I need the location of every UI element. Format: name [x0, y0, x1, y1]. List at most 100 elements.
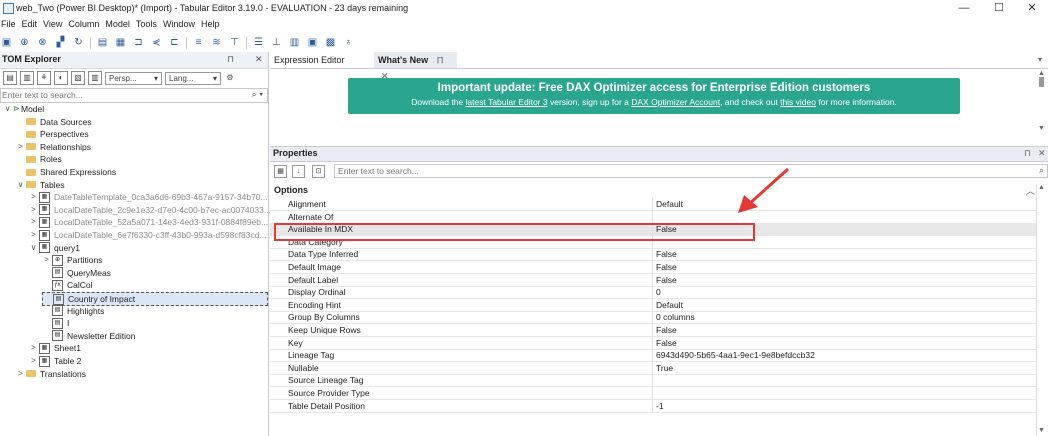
tree-node[interactable]: Shared Expressions [16, 166, 116, 178]
list-icon[interactable]: ☰ [252, 37, 265, 48]
property-row[interactable]: Keep Unique Rows False [270, 324, 1036, 337]
property-row[interactable]: Encoding Hint Default [270, 298, 1036, 312]
chevron-down-icon[interactable]: ∨ [3, 103, 12, 115]
chevron-right-icon[interactable]: > [29, 342, 38, 354]
refresh-icon[interactable]: ↻ [72, 37, 85, 48]
grid2-icon[interactable]: ▣ [306, 37, 319, 48]
scroll-thumb[interactable] [1039, 77, 1044, 87]
scroll-up-icon[interactable]: ▲ [1038, 184, 1047, 191]
property-value[interactable]: False [656, 337, 677, 349]
sort-alpha-icon[interactable]: ↓ [292, 165, 305, 178]
language-select[interactable]: Lang... ▾ [165, 71, 221, 85]
close-icon[interactable]: ✕ [255, 54, 263, 65]
property-row[interactable]: Table Detail Position -1 [270, 399, 1036, 413]
chevron-right-icon[interactable]: > [42, 254, 51, 266]
align-icon[interactable]: ≡ [192, 37, 205, 48]
pin-icon[interactable]: ⊓ [227, 54, 234, 65]
video-link[interactable]: this video [780, 97, 816, 107]
tree-node[interactable]: ∨ ⊳ Model [3, 103, 45, 115]
tree-node[interactable]: ▤ QueryMeas [42, 267, 111, 279]
tree-node[interactable]: > ▦ LocalDateTable_52a5a071-14e3-4ed3-931f… [29, 216, 268, 228]
property-row[interactable]: Alternate Of [270, 210, 1036, 224]
tree-node[interactable]: > Relationships [16, 141, 91, 153]
explorer-search-input[interactable]: Enter text to search... ⌕ ▾ [0, 88, 268, 103]
chart-icon[interactable]: ▩ [324, 37, 337, 48]
property-row[interactable]: Default Image False [270, 261, 1036, 274]
tree-node[interactable]: > ▦ Sheet1 [29, 342, 81, 354]
tree-node[interactable]: Perspectives [16, 128, 89, 140]
close-icon[interactable]: ✕ [1038, 148, 1046, 159]
perspective-select[interactable]: Persp... ▾ [105, 71, 162, 85]
tree-node[interactable]: Data Sources [16, 116, 92, 128]
chevron-right-icon[interactable]: > [29, 216, 38, 228]
property-row[interactable]: Display Ordinal 0 [270, 286, 1036, 300]
chevron-right-icon[interactable]: > [16, 141, 25, 153]
property-value[interactable]: True [656, 362, 673, 374]
chevron-down-icon[interactable]: ∨ [16, 179, 25, 191]
property-value[interactable]: Default [656, 299, 683, 311]
menu-model[interactable]: Model [105, 17, 136, 32]
property-value[interactable]: False [656, 248, 677, 260]
property-row[interactable]: Data Type Inferred False [270, 248, 1036, 262]
property-value[interactable]: False [656, 324, 677, 336]
properties-scrollbar[interactable]: ▲ ▼ [1036, 184, 1047, 436]
tree-node[interactable]: > ▦ DateTableTemplate_0ca3a6d6-69b3-467a-9… [29, 191, 268, 203]
whats-new-scrollbar[interactable]: ▲ ▼ [1038, 70, 1046, 134]
property-value[interactable]: -1 [656, 400, 664, 412]
maximize-button[interactable]: ☐ [982, 0, 1016, 17]
tree-node[interactable]: ƒx CalCol [42, 279, 93, 291]
chevron-right-icon[interactable]: > [29, 191, 38, 203]
display-icon[interactable]: ◐ [54, 71, 68, 85]
save-icon[interactable]: ▣ [0, 37, 13, 48]
tree-node[interactable]: > Translations [16, 368, 86, 380]
property-row[interactable]: Source Provider Type [270, 387, 1036, 400]
chevron-right-icon[interactable]: > [16, 368, 25, 380]
download-link[interactable]: latest Tabular Editor 3 [466, 97, 548, 107]
dropdown-icon[interactable]: ⊤ [228, 37, 241, 48]
open-icon[interactable]: ▞ [54, 37, 67, 48]
dax-optimizer-link[interactable]: DAX Optimizer Account [631, 97, 720, 107]
tabs-overflow-icon[interactable]: ▾ [1038, 55, 1042, 64]
chevron-right-icon[interactable]: > [29, 204, 38, 216]
property-row[interactable]: Key False [270, 336, 1036, 350]
menu-help[interactable]: Help [201, 17, 226, 32]
collapse-icon[interactable]: ︿ [1026, 184, 1035, 197]
category-options[interactable]: Options ︿ [270, 184, 1036, 197]
property-row[interactable]: Default Label False [270, 273, 1036, 287]
connect-icon[interactable]: ⊕ [18, 37, 31, 48]
menu-tools[interactable]: Tools [136, 17, 163, 32]
tab-whats-new[interactable]: What's New ⊓ ✕ [374, 52, 457, 81]
deploy-icon[interactable]: ⊗ [36, 37, 49, 48]
property-row[interactable]: Source Lineage Tag [270, 374, 1036, 388]
menu-window[interactable]: Window [163, 17, 201, 32]
property-value[interactable]: 0 columns [656, 311, 695, 323]
new-column-icon[interactable]: ⊐ [132, 37, 145, 48]
categorized-icon[interactable]: ▦ [274, 165, 287, 178]
filter-icon[interactable]: ⊥ [270, 37, 283, 48]
menu-column[interactable]: Column [68, 17, 105, 32]
tab-expression-editor[interactable]: Expression Editor [270, 52, 349, 68]
tree-node[interactable]: ▤ I [42, 317, 69, 329]
expand-icon[interactable]: ▥ [20, 71, 34, 85]
tree-node[interactable]: ▤ Newsletter Edition [42, 330, 136, 342]
pin-icon[interactable]: ⊓ [1024, 148, 1031, 159]
chevron-down-icon[interactable]: ∨ [29, 242, 38, 254]
tree-node[interactable]: ▤ Highlights [42, 305, 104, 317]
property-row[interactable]: Group By Columns 0 columns [270, 311, 1036, 325]
columns-icon[interactable]: ▥ [88, 71, 102, 85]
property-row[interactable]: Lineage Tag 6943d490-5b65-4aa1-9ec1-9e8be… [270, 349, 1036, 363]
scroll-down-icon[interactable]: ▼ [1038, 427, 1045, 434]
new-measure-icon[interactable]: ▦ [114, 37, 127, 48]
bulb-icon[interactable]: ♁ [342, 37, 355, 48]
collapse-icon[interactable]: ▤ [3, 71, 17, 85]
format-icon[interactable]: ≋ [210, 37, 223, 48]
settings-icon[interactable]: ⚙ [224, 72, 236, 84]
minimize-button[interactable]: — [947, 0, 981, 17]
scroll-up-icon[interactable]: ▲ [1038, 70, 1046, 77]
menu-view[interactable]: View [43, 17, 68, 32]
chevron-right-icon[interactable]: > [29, 229, 38, 241]
menu-file[interactable]: File [0, 17, 22, 32]
menu-edit[interactable]: Edit [22, 17, 44, 32]
grid-icon[interactable]: ▥ [288, 37, 301, 48]
pin-icon[interactable]: ⊓ [437, 55, 444, 65]
